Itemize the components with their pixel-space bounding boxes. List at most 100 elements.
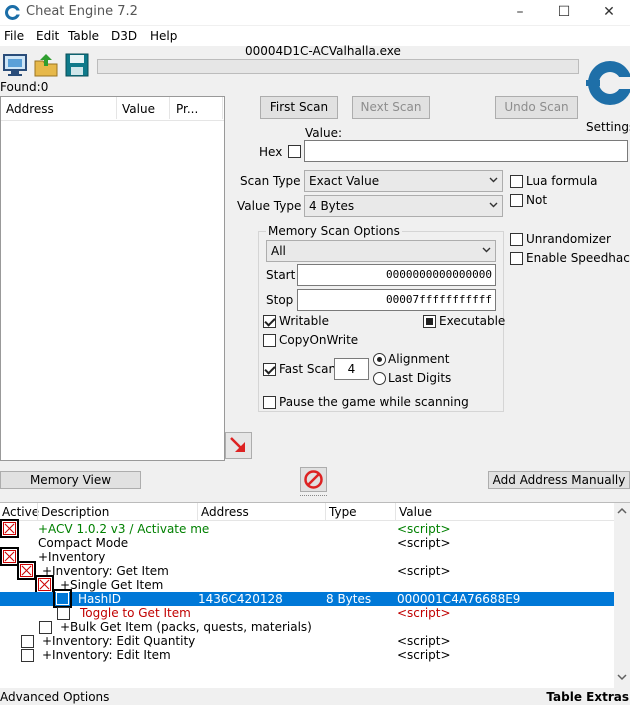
row-value: <script> — [397, 634, 451, 648]
active-checkbox[interactable] — [21, 635, 34, 648]
scroll-up-icon[interactable] — [617, 507, 627, 515]
settings-label[interactable]: Settings — [586, 120, 630, 134]
value-type-select[interactable]: 4 Bytes — [304, 195, 503, 217]
executable-checkbox[interactable] — [423, 315, 436, 328]
advanced-options[interactable]: Advanced Options — [0, 690, 109, 704]
chevron-down-icon — [489, 202, 498, 208]
add-address-manually-button[interactable]: Add Address Manually — [488, 471, 630, 489]
hex-checkbox[interactable] — [288, 145, 301, 158]
row-type: 8 Bytes — [326, 592, 372, 606]
col-address[interactable]: Address — [201, 505, 249, 519]
active-checkbox[interactable] — [39, 621, 52, 634]
active-checkbox[interactable] — [3, 550, 16, 563]
table-row[interactable]: +Inventory: Edit Quantity <script> — [0, 634, 630, 648]
active-checkbox[interactable] — [38, 578, 51, 591]
hex-label: Hex — [259, 145, 283, 159]
value-type-value: 4 Bytes — [309, 199, 355, 213]
undo-scan-button[interactable]: Undo Scan — [495, 96, 578, 119]
splitter-handle[interactable] — [300, 495, 327, 497]
lua-formula-checkbox[interactable] — [510, 175, 523, 188]
col-type[interactable]: Type — [329, 505, 357, 519]
results-list[interactable]: Address Value Pr... — [0, 96, 225, 461]
copyonwrite-checkbox[interactable] — [263, 334, 276, 347]
active-checkbox[interactable] — [20, 564, 33, 577]
row-description: +Inventory: Edit Item — [42, 648, 171, 662]
settings-logo-icon[interactable] — [584, 47, 630, 119]
start-label: Start — [266, 268, 296, 282]
speedhack-checkbox[interactable] — [510, 252, 523, 265]
scan-type-select[interactable]: Exact Value — [304, 170, 503, 192]
col-value[interactable]: Value — [399, 505, 432, 519]
table-extras[interactable]: Table Extras — [546, 690, 629, 704]
scan-type-value: Exact Value — [309, 174, 380, 188]
vertical-scrollbar[interactable] — [614, 503, 630, 689]
menu-edit[interactable]: Edit — [36, 29, 59, 43]
maximize-button[interactable]: ☐ — [553, 2, 575, 22]
not-checkbox[interactable] — [510, 194, 523, 207]
memory-region-select[interactable]: All — [266, 240, 496, 262]
copyonwrite-label: CopyOnWrite — [279, 333, 359, 347]
table-row[interactable]: +Inventory: Edit Item <script> — [0, 648, 630, 662]
value-input[interactable] — [304, 140, 628, 162]
col-description[interactable]: Description — [41, 505, 109, 519]
alignment-label: Alignment — [388, 352, 450, 366]
table-row[interactable]: +Inventory: Get Item <script> — [0, 561, 630, 580]
fast-scan-label: Fast Scan — [279, 362, 337, 376]
row-value: <script> — [397, 564, 451, 578]
close-button[interactable]: ✕ — [598, 2, 620, 22]
table-row[interactable]: +Inventory — [0, 547, 630, 566]
fast-scan-alignment-input[interactable]: 4 — [334, 358, 369, 380]
row-description: +Bulk Get Item (packs, quests, materials… — [60, 620, 312, 634]
table-row[interactable]: +Bulk Get Item (packs, quests, materials… — [0, 620, 630, 634]
fast-scan-checkbox[interactable] — [263, 363, 276, 376]
table-row[interactable]: +ACV 1.0.2 v3 / Activate me <script> — [0, 519, 630, 538]
first-scan-button[interactable]: First Scan — [260, 96, 338, 119]
alignment-radio[interactable] — [373, 353, 386, 366]
minimize-button[interactable]: – — [509, 2, 531, 22]
last-digits-radio[interactable] — [373, 372, 386, 385]
writable-checkbox[interactable] — [263, 315, 276, 328]
row-description: +Single Get Item — [60, 578, 164, 592]
scan-progress-bar — [97, 59, 579, 74]
memory-view-button[interactable]: Memory View — [0, 471, 141, 489]
row-value: <script> — [397, 522, 451, 536]
save-file-icon[interactable] — [64, 52, 90, 78]
row-value: <script> — [397, 648, 451, 662]
active-checkbox[interactable] — [21, 649, 34, 662]
active-checkbox[interactable] — [57, 607, 70, 620]
row-description: Toggle to Get Item — [80, 606, 191, 620]
value-label: Value: — [305, 126, 342, 140]
address-table[interactable]: Active Description Address Type Value +A… — [0, 502, 630, 689]
start-address-input[interactable]: 0000000000000000 — [297, 264, 496, 286]
results-col-previous[interactable]: Pr... — [176, 102, 198, 116]
unrandomizer-checkbox[interactable] — [510, 233, 523, 246]
open-file-icon[interactable] — [33, 52, 59, 78]
value-type-label: Value Type — [237, 199, 302, 213]
col-active[interactable]: Active — [2, 505, 39, 519]
scroll-down-icon[interactable] — [617, 673, 627, 681]
pause-game-checkbox[interactable] — [263, 396, 276, 409]
menu-help[interactable]: Help — [150, 29, 177, 43]
active-checkbox[interactable] — [56, 592, 69, 605]
found-count: Found:0 — [0, 80, 49, 94]
table-row[interactable]: Compact Mode <script> — [0, 536, 630, 550]
results-col-value[interactable]: Value — [122, 102, 155, 116]
next-scan-button[interactable]: Next Scan — [352, 96, 430, 119]
menu-bar: File Edit Table D3D Help — [0, 26, 630, 46]
chevron-down-icon — [482, 247, 491, 253]
table-row[interactable]: Toggle to Get Item <script> — [0, 606, 630, 620]
table-row[interactable]: +Single Get Item — [0, 575, 630, 594]
menu-d3d[interactable]: D3D — [111, 29, 137, 43]
menu-table[interactable]: Table — [68, 29, 99, 43]
table-row-selected[interactable]: HashID 1436C420128 8 Bytes 000001C4A7668… — [0, 589, 614, 608]
add-to-list-button[interactable] — [225, 432, 252, 459]
stop-address-input[interactable]: 00007fffffffffff — [297, 289, 496, 311]
select-process-icon[interactable] — [2, 52, 28, 78]
row-address: 1436C420128 — [198, 592, 283, 606]
row-value: <script> — [397, 536, 451, 550]
results-col-address[interactable]: Address — [6, 102, 54, 116]
active-checkbox[interactable] — [3, 522, 16, 535]
clear-list-button[interactable] — [300, 467, 327, 492]
row-value: <script> — [397, 606, 451, 620]
menu-file[interactable]: File — [4, 29, 24, 43]
